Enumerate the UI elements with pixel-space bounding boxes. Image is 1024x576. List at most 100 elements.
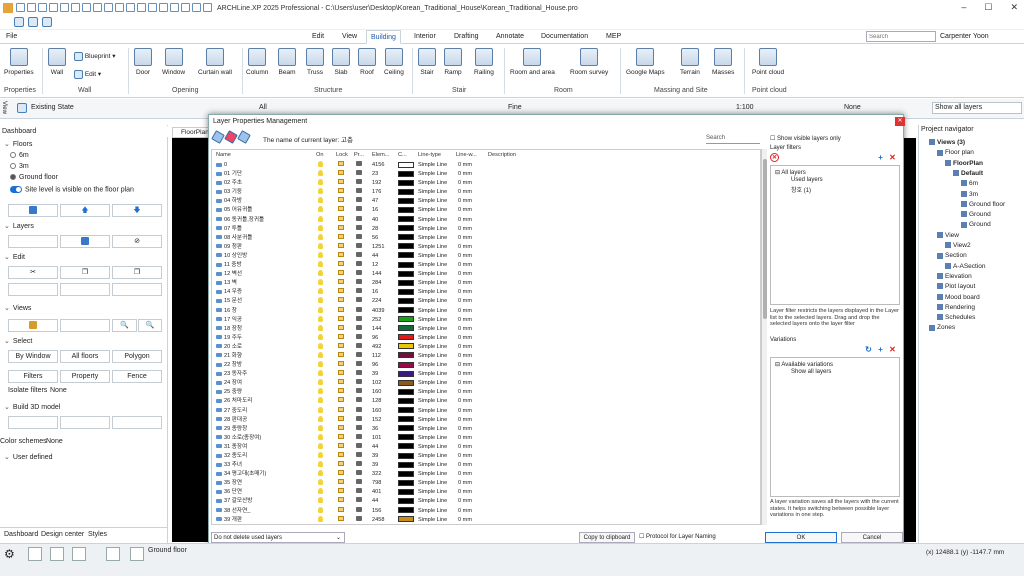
navigator-item[interactable]: Views (3) (929, 139, 965, 146)
tab-design-center[interactable]: Design center (41, 531, 84, 538)
print-icon[interactable] (356, 497, 362, 506)
table-row[interactable]: 27 중도리 160 Simple Line 0 mm (212, 406, 760, 416)
layer-lineweight[interactable]: 0 mm (458, 497, 472, 506)
layer-color-swatch[interactable] (398, 179, 414, 188)
tab-view[interactable]: View (338, 30, 361, 44)
table-row[interactable]: 14 우증 16 Simple Line 0 mm (212, 288, 760, 297)
layer-linetype[interactable]: Simple Line (418, 216, 447, 225)
layer-lineweight[interactable]: 0 mm (458, 343, 472, 352)
tab-annotate[interactable]: Annotate (492, 30, 528, 44)
filter-delete-icon[interactable]: ✕ (770, 153, 779, 162)
lock-icon[interactable] (338, 351, 344, 361)
layer-search-input[interactable]: Search (706, 135, 760, 144)
layer-color-swatch[interactable] (398, 243, 414, 252)
blueprint-button[interactable]: Blueprint ▾ (74, 52, 116, 61)
match-icon[interactable] (112, 283, 162, 296)
col-on[interactable]: On (316, 150, 323, 160)
lock-icon[interactable] (338, 470, 344, 479)
print-icon[interactable] (356, 242, 362, 252)
table-row[interactable]: 07 투틀 28 Simple Line 0 mm (212, 224, 760, 234)
layer-linetype[interactable]: Simple Line (418, 507, 447, 516)
print-icon[interactable] (356, 433, 362, 443)
layer-lineweight[interactable]: 0 mm (458, 325, 472, 334)
layer-lineweight[interactable]: 0 mm (458, 243, 472, 252)
layer-color-swatch[interactable] (398, 216, 414, 225)
table-row[interactable]: 22 창방 96 Simple Line 0 mm (212, 361, 760, 370)
layer-color-swatch[interactable] (398, 488, 414, 497)
navigator-item[interactable]: Floor plan (937, 149, 974, 156)
paste-icon[interactable]: ❐ (112, 266, 162, 279)
layer-lineweight[interactable]: 0 mm (458, 507, 472, 516)
table-row[interactable]: 11 중방 12 Simple Line 0 mm (212, 261, 760, 270)
lock-icon[interactable] (338, 297, 344, 306)
lock-icon[interactable] (338, 370, 344, 379)
print-icon[interactable] (356, 179, 362, 188)
floor-up-button[interactable]: 🡅 (60, 204, 110, 217)
lock-icon[interactable] (338, 415, 344, 425)
layer-tool-1[interactable] (8, 235, 58, 248)
variation-refresh-icon[interactable]: ↻ (864, 345, 873, 354)
filter-add-icon[interactable]: + (876, 153, 885, 162)
layer-color-swatch[interactable] (398, 443, 414, 452)
lock-icon[interactable] (338, 324, 344, 334)
layer-lineweight[interactable]: 0 mm (458, 407, 472, 416)
layer-color-swatch[interactable] (398, 225, 414, 234)
layer-color-swatch[interactable] (398, 370, 414, 379)
table-row[interactable]: 12 벽선 144 Simple Line 0 mm (212, 270, 760, 279)
print-icon[interactable] (356, 215, 362, 225)
drawing-tab[interactable]: FloorPlan (172, 127, 212, 138)
print-icon[interactable] (356, 370, 362, 379)
layer-color-swatch[interactable] (398, 416, 414, 425)
lock-icon[interactable] (338, 242, 344, 252)
layer-linetype[interactable]: Simple Line (418, 443, 447, 452)
table-row[interactable]: 16 창 4039 Simple Line 0 mm (212, 306, 760, 316)
layer-variation-dropdown[interactable]: Show all layers (932, 102, 1022, 114)
column-button[interactable]: Column (246, 48, 268, 76)
properties-button[interactable]: Properties (4, 48, 34, 76)
table-row[interactable]: 25 중량 160 Simple Line 0 mm (212, 388, 760, 397)
layer-linetype[interactable]: Simple Line (418, 379, 447, 388)
layer-color-swatch[interactable] (398, 352, 414, 361)
menu-file[interactable]: File (2, 30, 21, 44)
layer-linetype[interactable]: Simple Line (418, 179, 447, 188)
layer-linetype[interactable]: Simple Line (418, 188, 447, 197)
views-section[interactable]: ⌄ Views (4, 304, 31, 312)
table-row[interactable]: 0 4156 Simple Line 0 mm (212, 161, 760, 170)
lock-icon[interactable] (338, 433, 344, 443)
layer-color-swatch[interactable] (398, 297, 414, 306)
table-row[interactable]: 17 익공 252 Simple Line 0 mm (212, 315, 760, 325)
table-row[interactable]: 02 주초 192 Simple Line 0 mm (212, 179, 760, 188)
col-print[interactable]: Pr... (354, 150, 364, 160)
new-file-icon[interactable] (14, 17, 24, 27)
layer-lineweight[interactable]: 0 mm (458, 316, 472, 325)
layer-lineweight[interactable]: 0 mm (458, 434, 472, 443)
print-icon[interactable] (356, 506, 362, 516)
quick-access-toolbar[interactable] (15, 2, 213, 14)
print-icon[interactable] (356, 188, 362, 197)
truss-button[interactable]: Truss (306, 48, 324, 76)
table-row[interactable]: 13 벽 284 Simple Line 0 mm (212, 279, 760, 288)
lock-icon[interactable] (338, 506, 344, 516)
print-icon[interactable] (356, 388, 362, 397)
layer-color-swatch[interactable] (398, 161, 414, 170)
navigator-item[interactable]: Rendering (937, 304, 975, 311)
tab-edit[interactable]: Edit (308, 30, 328, 44)
table-row[interactable]: 39 개판 2458 Simple Line 0 mm (212, 515, 760, 524)
print-icon[interactable] (356, 361, 362, 370)
room-and-area-button[interactable]: Room and area (510, 48, 555, 76)
table-row[interactable]: 21 화향 112 Simple Line 0 mm (212, 351, 760, 361)
lock-icon[interactable] (338, 488, 344, 497)
layer-linetype[interactable]: Simple Line (418, 234, 447, 243)
print-icon[interactable] (356, 270, 362, 279)
tab-drafting[interactable]: Drafting (450, 30, 483, 44)
layer-lineweight[interactable]: 0 mm (458, 397, 472, 406)
isolate-filters-select[interactable]: None (50, 387, 67, 394)
table-row[interactable]: 01 기단 23 Simple Line 0 mm (212, 170, 760, 179)
layer-color-swatch[interactable] (398, 461, 414, 470)
layer-lineweight[interactable]: 0 mm (458, 370, 472, 379)
table-row[interactable]: 36 단연 401 Simple Line 0 mm (212, 488, 760, 497)
lock-icon[interactable] (338, 424, 344, 434)
layer-color-swatch[interactable] (398, 388, 414, 397)
print-icon[interactable] (356, 288, 362, 297)
lock-icon[interactable] (338, 315, 344, 325)
